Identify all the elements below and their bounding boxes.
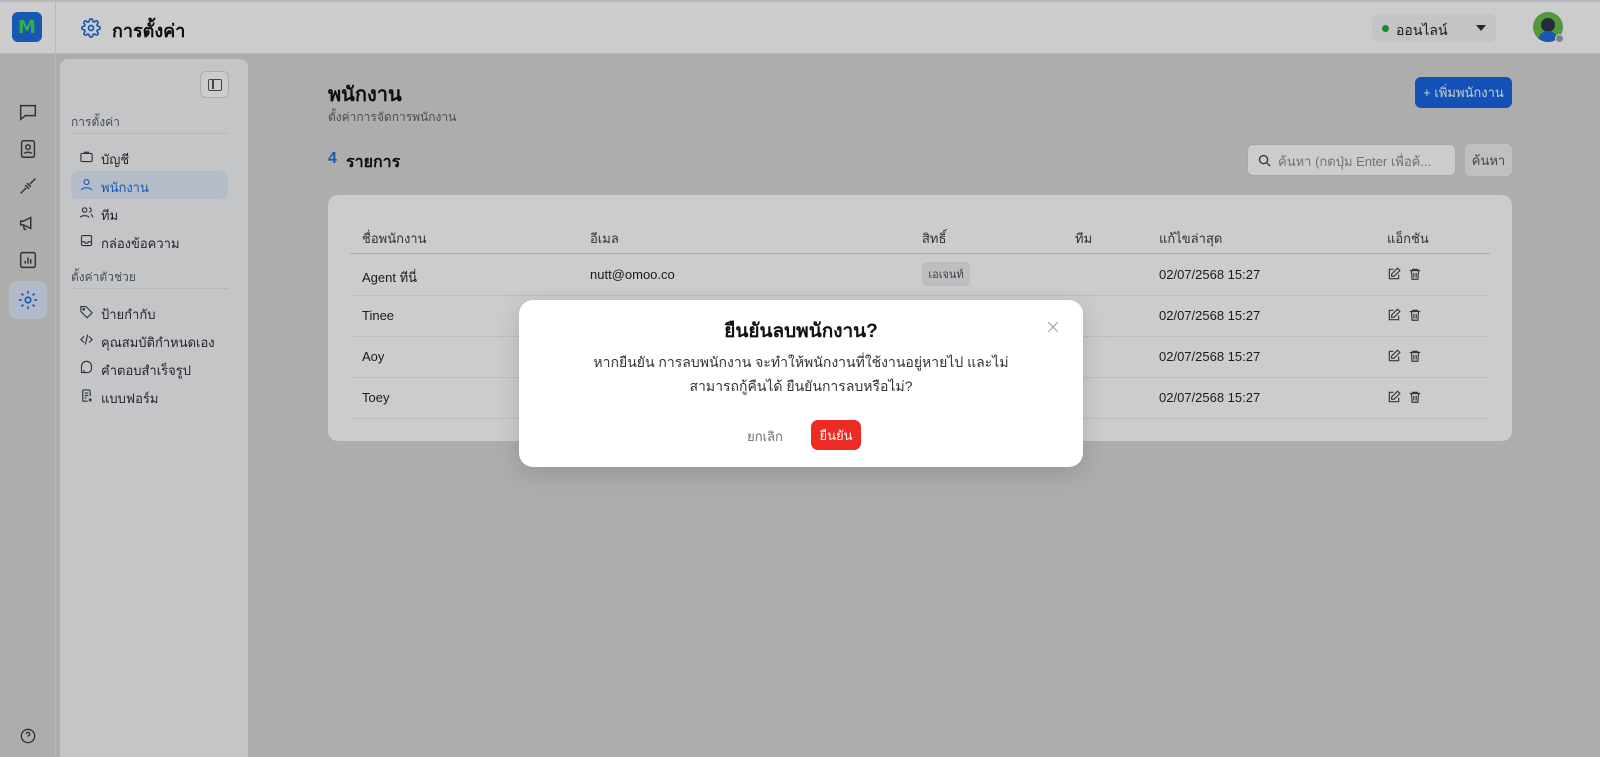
dialog-title: ยืนยันลบพนักงาน? bbox=[724, 321, 878, 342]
dialog-message: หากยืนยัน การลบพนักงาน จะทำให้พนักงานที่… bbox=[593, 354, 1009, 394]
confirm-delete-dialog: ยืนยันลบพนักงาน? หากยืนยัน การลบพนักงาน … bbox=[519, 300, 1083, 467]
close-icon[interactable] bbox=[1045, 319, 1061, 335]
cancel-button[interactable]: ยกเลิก bbox=[738, 423, 792, 449]
confirm-button[interactable]: ยืนยัน bbox=[811, 420, 861, 450]
